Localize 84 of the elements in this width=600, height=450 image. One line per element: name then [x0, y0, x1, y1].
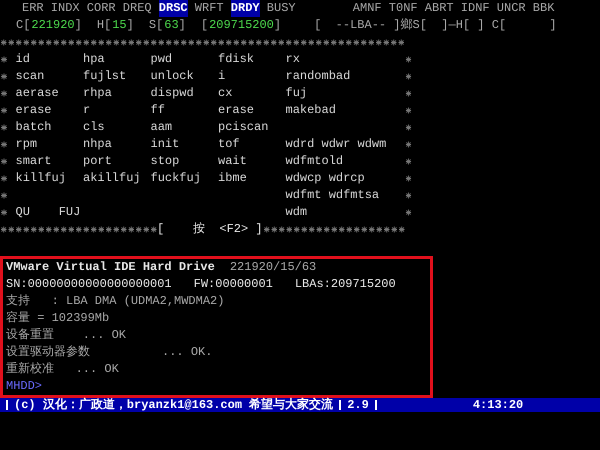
flag-label: T0NF: [388, 0, 418, 17]
command-name: tof: [218, 136, 241, 153]
command-name: wdrd wdwr wdwm: [286, 136, 386, 153]
command-name: wdfmtold: [286, 153, 344, 170]
command-name: rx: [286, 51, 300, 68]
drive-id: FW:00000001: [194, 276, 273, 293]
command-name: wait: [218, 153, 248, 170]
command-name: unlock: [150, 68, 195, 85]
register-value: 15: [112, 17, 127, 34]
command-name: rpm: [16, 136, 38, 153]
command-name: fuj: [286, 85, 308, 102]
console-line: 设备重置 ... OK: [6, 327, 126, 344]
command-name: batch: [16, 119, 53, 136]
command-name: cx: [218, 85, 234, 102]
flag-label: DRSC: [158, 0, 188, 17]
position-readout: [ --LBA-- ]鄉S[ ]—H[ ] C[ ]: [314, 17, 557, 34]
command-name: r: [83, 102, 92, 119]
command-name: QU FUJ: [16, 204, 82, 221]
command-name: wdm: [286, 204, 308, 221]
command-name: i: [218, 68, 226, 85]
command-name: scan: [16, 68, 46, 85]
drive-model: VMware Virtual IDE Hard Drive: [6, 259, 215, 276]
command-name: fuckfuj: [150, 170, 202, 187]
drive-geometry: 221920/15/63: [230, 259, 316, 276]
register-value: 63: [164, 17, 179, 34]
flag-label: BUSY: [266, 0, 296, 17]
command-name: killfuj: [16, 170, 67, 187]
drive-id: LBAs:209715200: [294, 276, 396, 293]
command-name: pciscan: [218, 119, 270, 136]
command-name: pwd: [150, 51, 174, 68]
command-name: ibme: [218, 170, 248, 187]
register-label: ]: [274, 17, 282, 34]
flag-label: ABRT: [424, 0, 454, 17]
command-name: nhpa: [83, 136, 113, 153]
command-name: rhpa: [83, 85, 113, 102]
command-name: aam: [150, 119, 174, 136]
flag-label: ERR: [22, 0, 44, 17]
command-name: randombad: [286, 68, 350, 85]
flag-label: BBK: [532, 0, 554, 17]
clock-text: 4:13:20: [472, 398, 524, 412]
command-name: aerase: [16, 85, 60, 102]
command-name: makebad: [286, 102, 336, 119]
flag-label: WRFT: [194, 0, 224, 17]
register-label: ]: [126, 17, 134, 34]
register-label: C[: [16, 17, 30, 34]
register-label: S[: [148, 17, 164, 34]
flag-label: UNCR: [496, 0, 526, 17]
register-value: 221920: [31, 17, 75, 34]
command-name: id: [16, 51, 31, 68]
drive-id: SN:00000000000000000001: [6, 276, 172, 293]
command-name: stop: [150, 153, 180, 170]
command-name: hpa: [83, 51, 106, 68]
command-name: fdisk: [218, 51, 256, 68]
menu-hint: [ 按 <F2> ]: [157, 221, 263, 238]
flag-label: INDX: [50, 0, 80, 17]
register-label: H[: [96, 17, 112, 34]
console-line: 容量 = 102399Mb: [6, 310, 110, 327]
command-name: init: [150, 136, 180, 153]
flag-label: DRDY: [230, 0, 260, 17]
console-line: 重新校准 ... OK: [6, 361, 119, 378]
console-line: 设置驱动器参数 ... OK.: [6, 344, 212, 361]
command-name: akillfuj: [83, 170, 142, 187]
command-name: wdfmt wdfmtsa: [286, 187, 380, 204]
command-name: wdwcp wdrcp: [286, 170, 365, 187]
command-name: ff: [150, 102, 166, 119]
command-name: fujlst: [83, 68, 128, 85]
flag-label: DREQ: [122, 0, 152, 17]
command-name: smart: [16, 153, 53, 170]
command-name: cls: [83, 119, 106, 136]
command-name: port: [83, 153, 113, 170]
command-name: erase: [16, 102, 53, 119]
command-prompt: MHDD>: [6, 378, 42, 395]
register-label: ]: [178, 17, 186, 34]
version-text: 2.9: [347, 398, 369, 412]
command-name: dispwd: [150, 85, 195, 102]
register-label: ]: [74, 17, 82, 34]
credit-text: (c) 汉化：广政道，bryanzk1@163.com 希望与大家交流: [14, 398, 334, 412]
flag-label: CORR: [86, 0, 116, 17]
flag-label: AMNF: [352, 0, 382, 17]
console-line: 支持 : LBA DMA (UDMA2,MWDMA2): [6, 293, 224, 310]
command-name: erase: [218, 102, 256, 119]
flag-label: IDNF: [460, 0, 490, 17]
register-label: [: [200, 17, 208, 34]
register-value: 209715200: [209, 17, 274, 34]
